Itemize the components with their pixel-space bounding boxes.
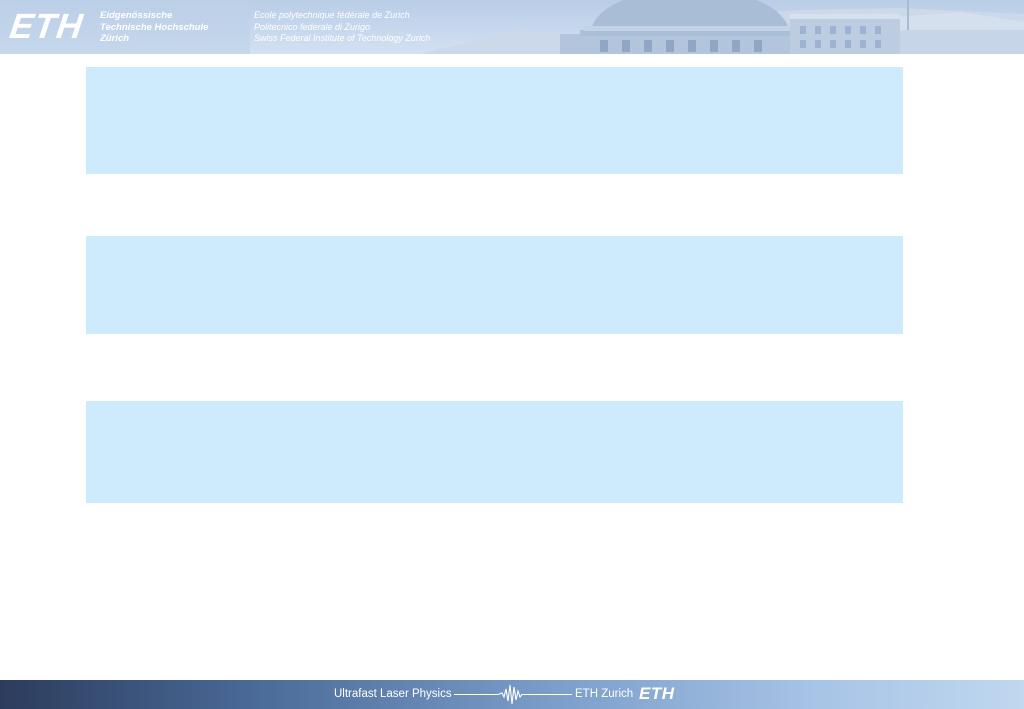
footer-eth-logo: ETH (639, 684, 675, 703)
institution-name-line: Ecole polytechnique fédérale de Zurich (254, 10, 410, 20)
content-box (86, 67, 903, 174)
institution-name-line: Technische Hochschule (100, 21, 209, 33)
institution-name-line: Swiss Federal Institute of Technology Zu… (254, 33, 431, 43)
content-box (86, 236, 903, 334)
content-box (86, 401, 903, 503)
footer-bar: Ultrafast Laser Physics ETH Zurich ETH (0, 680, 1024, 709)
header-banner: ETH Eidgenössische Technische Hochschule… (0, 0, 1024, 54)
institution-name-line: Politecnico federale di Zurigo (254, 21, 371, 32)
institution-name-international: Ecole polytechnique fédérale de Zurich P… (254, 10, 430, 45)
laser-pulse-waveform-icon (454, 684, 572, 705)
footer-affiliation: ETH Zurich (575, 688, 634, 700)
institution-name-line: Zürich (100, 33, 130, 44)
institution-name-german: Eidgenössische Technische Hochschule Zür… (100, 10, 208, 45)
institution-name-line: Eidgenössische (100, 10, 173, 21)
eth-logo: ETH (7, 7, 86, 46)
footer-group-title: Ultrafast Laser Physics (334, 688, 452, 700)
